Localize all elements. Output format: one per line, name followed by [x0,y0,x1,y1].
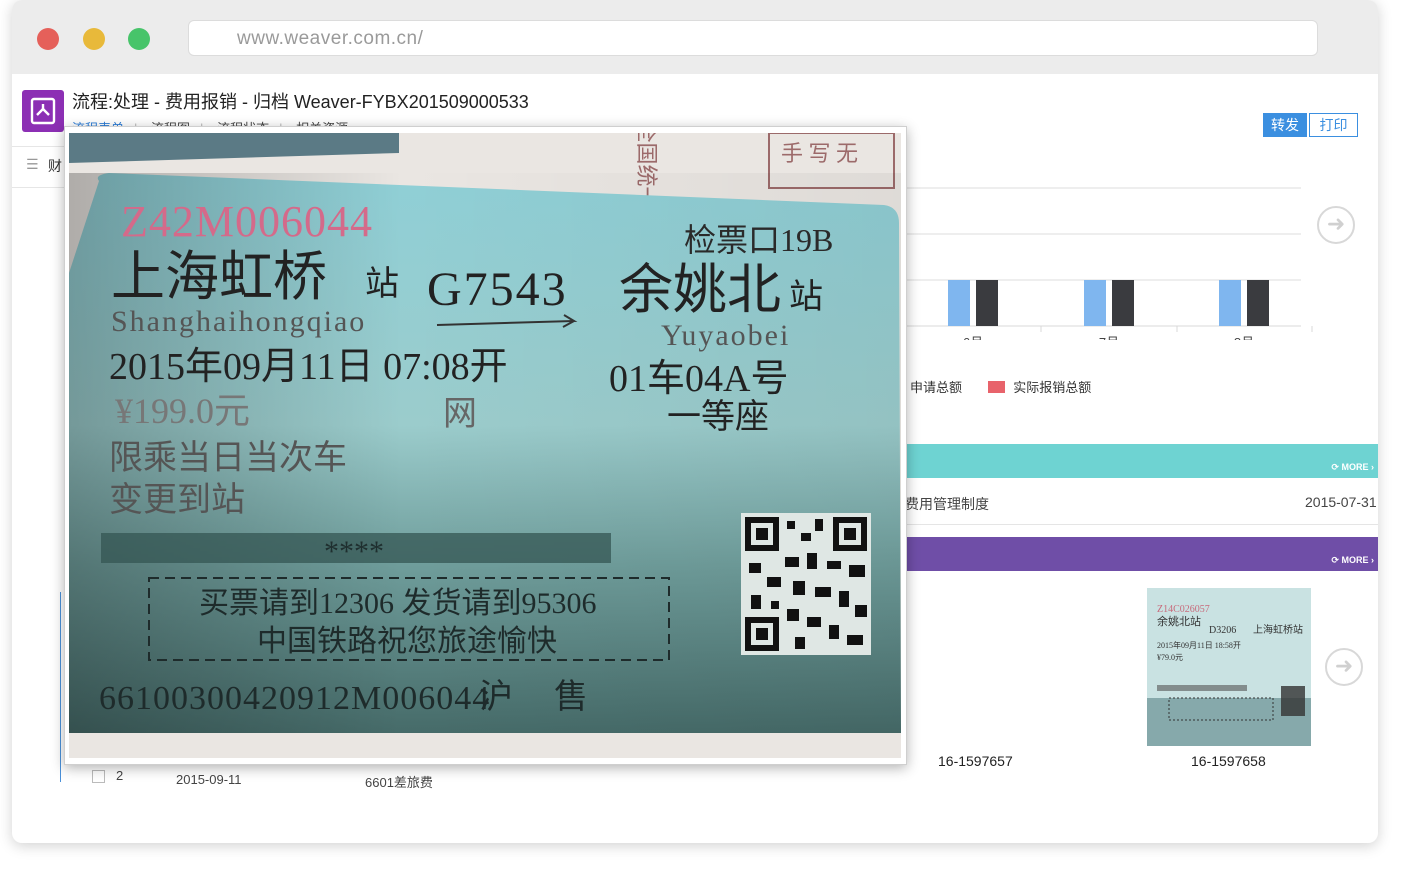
ticket-price: ¥199.0元 [115,391,250,431]
chart-bar[interactable] [948,280,970,326]
ticket-promo: 中国铁路祝您旅途愉快 [257,625,557,658]
chart-bar[interactable] [976,280,998,326]
svg-text:Z14C026057: Z14C026057 [1157,604,1210,615]
chart-bar[interactable] [1247,280,1269,326]
ticket-qr-code [741,513,871,655]
row-date: 2015-09-11 [176,772,242,787]
ticket-barcode-number: 66100300420912M006044 [99,680,490,717]
svg-text:站: 站 [365,265,399,303]
page-title: 流程:处理 - 费用报销 - 归档 Weaver-FYBX20150900053… [72,92,529,112]
ticket-seat-class: 一等座 [667,398,769,436]
attachments-next-arrow-icon[interactable]: ➜ [1325,648,1363,686]
ticket-sale-type: 网 [443,396,477,433]
ticket-train-number: G7543 [427,263,568,316]
ticket-note: 变更到站 [109,481,245,519]
print-button[interactable]: 打印 [1309,113,1358,137]
svg-text:2015年09月11日 18:58开: 2015年09月11日 18:58开 [1157,640,1241,650]
chart-bar[interactable] [1219,280,1241,326]
ticket-gate: 检票口19B [684,222,833,258]
menu-icon[interactable]: ☰ [26,156,39,173]
thumbnail-ticket-image: Z14C026057 余姚北站 D3206 上海虹桥站 2015年09月11日 … [1147,588,1311,746]
image-preview-popup: 发 全国统一 手 写 无 Z42M006044 检票口19B 上海虹桥 站 G7… [64,126,907,765]
svg-text:余姚北站: 余姚北站 [1157,614,1201,628]
attachment-thumbnail[interactable]: Z14C026057 余姚北站 D3206 上海虹桥站 2015年09月11日 … [1147,588,1311,746]
chart-x-tick-label: 7月 [1099,335,1119,340]
legend-item-actual: 实际报销总额 [1013,380,1092,395]
forward-button[interactable]: 转发 [1263,113,1307,137]
more-menu-icon[interactable]: ⋮ [1372,115,1378,135]
left-panel-label: 财 [48,158,62,174]
panel-border [60,592,61,782]
chart-legend: 申请总额 实际报销总额 [910,377,1091,396]
chart-x-tick-label: 8月 [1234,335,1254,340]
ticket-date: 2015年09月11日 07:08开 [109,346,508,388]
svg-text:¥79.0元: ¥79.0元 [1157,653,1183,662]
document-date: 2015-07-31 [1305,494,1377,510]
ticket-to-station: 余姚北 [619,260,781,320]
attachments-section-header: ⟳ MORE › [903,537,1378,571]
ticket-seat: 01车04A号 [609,358,788,400]
svg-text:D3206: D3206 [1209,625,1236,636]
legend-item-apply: 申请总额 [910,380,963,395]
ticket-id-masked: **** [324,535,384,568]
legend-swatch-actual [987,381,1005,393]
svg-text:手 写 无: 手 写 无 [781,141,858,166]
ticket-from-pinyin: Shanghaihongqiao [111,305,366,338]
table-row[interactable]: 2 2015-09-11 6601差旅费 [60,766,480,790]
attachment-caption: 16-1597658 [1191,753,1266,769]
attachments-more-link[interactable]: ⟳ MORE › [1331,555,1374,566]
browser-window: www.weaver.com.cn/ 流程:处理 - 费用报销 - 归档 Wea… [12,0,1378,843]
browser-toolbar: www.weaver.com.cn/ [12,0,1378,74]
maximize-window-button[interactable] [128,28,150,50]
document-link[interactable]: 费用管理制度 [905,494,989,514]
ticket-to-pinyin: Yuyaobei [661,319,790,352]
expense-chart: 6月 7月 8月 [903,187,1313,340]
documents-section-header: ⟳ MORE › [903,444,1378,478]
chart-bar[interactable] [1112,280,1134,326]
ticket-issue-place: 沪 [479,678,513,716]
row-checkbox[interactable] [92,770,105,783]
ticket-promo: 买票请到12306 发货请到95306 [199,587,597,620]
ticket-serial: Z42M006044 [121,197,373,246]
svg-text:上海虹桥站: 上海虹桥站 [1253,623,1303,636]
ticket-note: 限乘当日当次车 [109,439,347,477]
address-bar[interactable]: www.weaver.com.cn/ [188,20,1318,56]
ticket-issue-label: 售 [554,678,588,716]
section-divider [903,524,1378,525]
url-text: www.weaver.com.cn/ [237,28,424,49]
left-panel-header: ☰ 财 [12,146,67,188]
chart-bar[interactable] [1084,280,1106,326]
svg-text:站: 站 [789,278,823,316]
workflow-app-icon [22,90,64,132]
row-account: 6601差旅费 [365,775,433,790]
attachment-caption: 16-1597657 [938,753,1013,769]
chart-next-arrow-icon[interactable]: ➜ [1317,206,1355,244]
train-ticket-photo: 发 全国统一 手 写 无 Z42M006044 检票口19B 上海虹桥 站 G7… [69,133,901,758]
row-index: 2 [116,768,124,783]
ticket-from-station: 上海虹桥 [111,247,327,307]
minimize-window-button[interactable] [83,28,105,50]
chart-x-tick-label: 6月 [963,335,983,340]
train-ticket-image: 发 全国统一 手 写 无 Z42M006044 检票口19B 上海虹桥 站 G7… [69,133,901,758]
documents-more-link[interactable]: ⟳ MORE › [1331,462,1374,473]
close-window-button[interactable] [37,28,59,50]
